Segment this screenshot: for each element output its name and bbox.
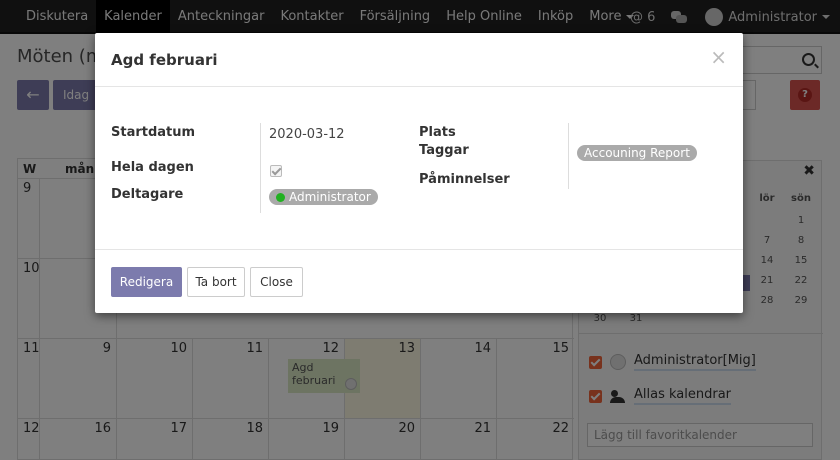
dialog-header: Agd februari ×	[95, 33, 743, 87]
edit-button[interactable]: Redigera	[111, 267, 182, 297]
close-icon[interactable]: ×	[710, 45, 727, 69]
field-divider	[568, 123, 569, 189]
dialog-title: Agd februari	[111, 51, 218, 69]
reminders-label: Påminnelser	[419, 172, 510, 187]
start-date-label: Startdatum	[111, 125, 196, 140]
all-day-checkbox	[270, 165, 282, 177]
start-date-value: 2020-03-12	[269, 127, 345, 142]
attendees-label: Deltagare	[111, 187, 184, 202]
delete-button[interactable]: Ta bort	[187, 267, 245, 297]
field-divider	[260, 123, 261, 213]
close-button[interactable]: Close	[250, 267, 303, 297]
dialog-body: Startdatum 2020-03-12 Hela dagen Deltaga…	[95, 87, 743, 250]
online-status-icon	[276, 193, 285, 202]
event-dialog: Agd februari × Startdatum 2020-03-12 Hel…	[95, 33, 743, 313]
attendee-name: Administrator	[289, 190, 371, 204]
location-label: Plats	[419, 125, 456, 140]
dialog-footer: Redigera Ta bort Close	[95, 250, 743, 313]
all-day-label: Hela dagen	[111, 160, 194, 175]
tag-badge[interactable]: Accouning Report	[577, 145, 697, 161]
tags-label: Taggar	[419, 143, 469, 158]
attendee-tag[interactable]: Administrator	[269, 189, 378, 205]
